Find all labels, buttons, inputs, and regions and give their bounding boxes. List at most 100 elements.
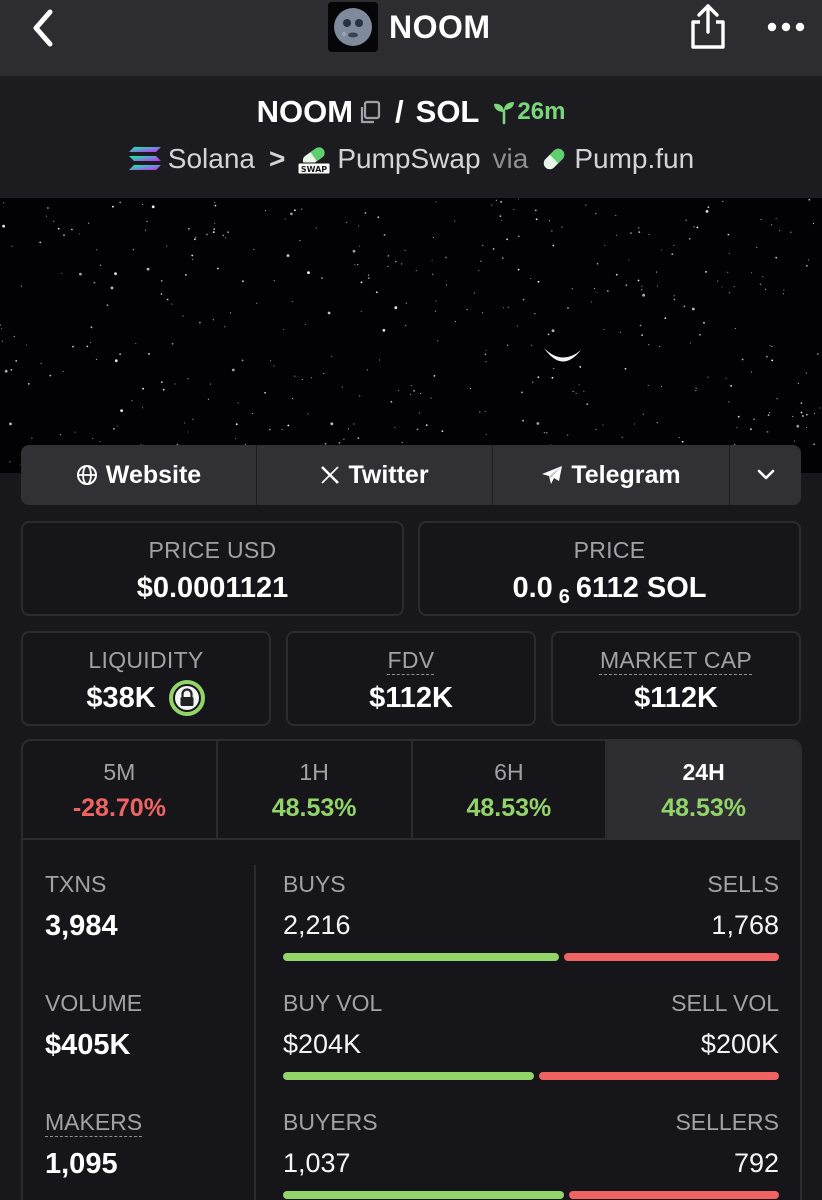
star [750,428,752,431]
price-usd-card: PRICE USD $0.0001121 [21,521,404,616]
star [722,200,724,202]
price-native-value: 0.0 6 6112 SOL [420,570,799,608]
star [548,220,550,222]
star [281,429,283,431]
star [760,218,762,221]
tab-6h[interactable]: 6H 48.53% [413,741,608,838]
star [183,422,185,424]
more-button[interactable] [764,14,808,40]
market-cap-amount: $112K [634,681,718,714]
star [621,436,623,438]
social-links-bar: Website Twitter Telegram [21,445,801,505]
star [517,198,520,200]
star [578,384,580,386]
star [46,215,48,217]
star [521,391,523,393]
volume-value: $405K [45,1029,131,1061]
star [812,223,814,225]
star [425,424,428,426]
star [264,391,266,394]
star [9,422,12,426]
more-links-button[interactable] [730,445,801,505]
tab-24h[interactable]: 24H 48.53% [607,741,800,838]
star [792,415,794,417]
star [234,437,237,439]
telegram-label: Telegram [571,460,681,489]
star [39,241,42,244]
star [294,375,296,377]
price-usd-amount: $0.0001121 [136,571,289,604]
star [207,398,209,400]
star [630,232,632,234]
launchpad-link[interactable]: Pump.fun [574,143,694,175]
star [793,440,796,442]
star [79,233,81,235]
star [206,233,208,236]
star [341,386,343,388]
star [394,260,397,263]
star [112,205,114,208]
star [642,413,644,415]
star [95,358,97,361]
star [551,376,554,379]
star [61,272,63,274]
tab-change: 48.53% [661,794,747,822]
price-usd-label: PRICE USD [148,537,277,563]
lock-icon[interactable] [168,679,206,717]
star [315,227,317,229]
star [401,263,403,265]
star [664,317,667,320]
nav-title: NOOM [389,8,491,45]
tab-1h[interactable]: 1H 48.53% [218,741,413,838]
star [11,245,13,247]
star [160,381,163,384]
star [114,272,117,276]
star [359,245,361,247]
star [656,422,658,424]
star [383,234,386,236]
fdv-value: $112K [288,680,534,716]
dex-link[interactable]: PumpSwap [337,143,480,175]
star [691,307,695,311]
star [806,264,808,267]
timeframe-panel: 5M -28.70% 1H 48.53% 6H 48.53% 24H 48.53… [21,739,802,1200]
star [142,387,145,390]
star [673,295,675,297]
star [366,369,368,371]
tab-5m[interactable]: 5M -28.70% [23,741,218,838]
pair-quote: SOL [415,94,480,129]
star [492,248,495,250]
star [800,411,803,414]
twitter-button[interactable]: Twitter [257,445,493,505]
star [531,344,533,346]
back-button[interactable] [24,6,64,50]
star [641,285,643,287]
star [491,204,493,206]
twitter-label: Twitter [348,460,429,489]
telegram-button[interactable]: Telegram [493,445,730,505]
star [481,312,484,314]
star [151,205,155,209]
star [545,431,548,434]
star [360,310,362,312]
paper-plane-icon [542,466,563,484]
share-button[interactable] [686,0,730,52]
star [813,412,816,415]
star [287,424,290,427]
star [513,209,515,211]
makers-metric[interactable]: MAKERS 1,095 [45,1109,142,1181]
star [291,300,293,303]
price-usd-value: $0.0001121 [23,570,402,606]
star [145,229,147,231]
star [688,237,691,240]
chain-link[interactable]: Solana [168,143,255,175]
copy-icon[interactable] [357,99,383,125]
website-button[interactable]: Website [21,445,257,505]
star [571,288,573,290]
price-native-card: PRICE 0.0 6 6112 SOL [418,521,801,616]
fdv-card[interactable]: FDV $112K [286,631,536,726]
star [482,244,484,246]
market-cap-card[interactable]: MARKET CAP $112K [551,631,801,726]
star [615,234,618,236]
tab-change: -28.70% [72,794,166,822]
